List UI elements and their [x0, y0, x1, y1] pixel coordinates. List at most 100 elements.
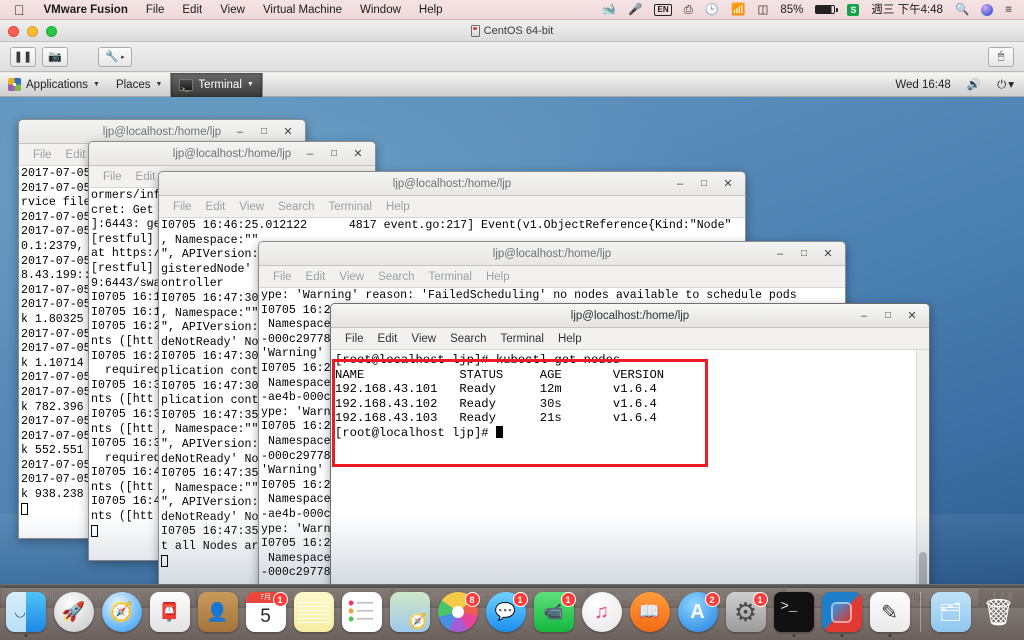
- menu-file[interactable]: File: [137, 0, 174, 20]
- vmware-title-bar[interactable]: CentOS 64-bit: [0, 20, 1024, 42]
- menu-view[interactable]: View: [211, 0, 254, 20]
- microphone-icon[interactable]: 🎤: [622, 0, 648, 20]
- docker-whale-icon[interactable]: 🐋: [596, 0, 622, 20]
- maximize-icon[interactable]: [799, 248, 809, 259]
- dock-item-app-store[interactable]: 2: [676, 590, 720, 638]
- zoom-window-button[interactable]: [46, 26, 57, 37]
- dock-item-safari[interactable]: [100, 590, 144, 638]
- menu-item-file[interactable]: File: [26, 149, 59, 161]
- minimize-icon[interactable]: [775, 249, 785, 259]
- snapshot-icon[interactable]: 📷: [42, 46, 68, 67]
- wrench-icon[interactable]: 🔧 ▸: [98, 46, 132, 67]
- dock-item-calendar[interactable]: 7月 5 1: [244, 590, 288, 638]
- menu-item-file[interactable]: File: [266, 271, 299, 283]
- volume-icon[interactable]: 🔊: [959, 73, 989, 97]
- dock-item-reminders[interactable]: [340, 590, 384, 638]
- unity-view-icon[interactable]: 🖱: [988, 46, 1014, 67]
- menu-item-edit[interactable]: Edit: [371, 333, 405, 345]
- menu-item-view[interactable]: View: [332, 271, 371, 283]
- screenshot-icon[interactable]: ⎙: [678, 0, 699, 20]
- gnome-clock[interactable]: Wed 16:48: [887, 73, 958, 97]
- contacts-icon[interactable]: [197, 592, 238, 632]
- notes-icon[interactable]: [293, 592, 334, 632]
- maximize-icon[interactable]: [699, 178, 709, 189]
- dock-item-contacts[interactable]: [196, 590, 240, 638]
- launchpad-icon[interactable]: [53, 592, 94, 632]
- safari-icon[interactable]: [101, 592, 142, 632]
- focused-terminal-title-bar[interactable]: ljp@localhost:/home/ljp: [331, 304, 929, 328]
- maximize-icon[interactable]: [329, 148, 339, 159]
- menu-item-file[interactable]: File: [338, 333, 371, 345]
- dock-item-maps[interactable]: [388, 590, 432, 638]
- dock-item-mail[interactable]: [148, 590, 192, 638]
- pause-icon[interactable]: ❚❚: [10, 46, 36, 67]
- reminders-icon[interactable]: [341, 592, 382, 632]
- minimize-icon[interactable]: [235, 127, 245, 137]
- siri-icon[interactable]: [975, 3, 999, 16]
- menu-edit[interactable]: Edit: [173, 0, 211, 20]
- close-icon[interactable]: [723, 179, 733, 189]
- dock-item-launchpad[interactable]: [52, 590, 96, 638]
- close-icon[interactable]: [907, 311, 917, 321]
- sogou-input-icon[interactable]: S: [841, 3, 865, 16]
- menu-item-search[interactable]: Search: [443, 333, 493, 345]
- maximize-icon[interactable]: [883, 310, 893, 321]
- minimize-icon[interactable]: [859, 311, 869, 321]
- ibooks-icon[interactable]: [629, 592, 670, 632]
- dock-item-textedit[interactable]: [868, 590, 912, 638]
- airplay-icon[interactable]: ◫: [751, 0, 774, 20]
- mail-icon[interactable]: [149, 592, 190, 632]
- focused-terminal-output[interactable]: [root@localhost ljp]# kubectl get nodes …: [331, 350, 929, 584]
- dock-item-messages[interactable]: 1: [484, 590, 528, 638]
- minimize-icon[interactable]: [305, 149, 315, 159]
- menu-item-edit[interactable]: Edit: [199, 201, 233, 213]
- wifi-icon[interactable]: 📶: [725, 0, 751, 20]
- menu-item-file[interactable]: File: [166, 201, 199, 213]
- menu-vmware-fusion[interactable]: VMware Fusion: [35, 0, 137, 20]
- close-icon[interactable]: [823, 249, 833, 259]
- menu-help[interactable]: Help: [410, 0, 452, 20]
- terminal-window-focused[interactable]: ljp@localhost:/home/ljp File Edit View S…: [330, 303, 930, 584]
- menu-item-view[interactable]: View: [232, 201, 271, 213]
- menu-item-search[interactable]: Search: [271, 201, 321, 213]
- apple-icon[interactable]: : [8, 1, 35, 19]
- input-source-icon[interactable]: EN: [648, 3, 677, 16]
- terminal-icon[interactable]: [773, 592, 814, 632]
- clock-icon[interactable]: 🕒: [699, 0, 725, 20]
- close-window-button[interactable]: [8, 26, 19, 37]
- menu-virtual-machine[interactable]: Virtual Machine: [254, 0, 351, 20]
- terminal-3-title-bar[interactable]: ljp@localhost:/home/ljp: [159, 172, 745, 196]
- maximize-icon[interactable]: [259, 126, 269, 137]
- dock-item-itunes[interactable]: [580, 590, 624, 638]
- dock-item-notes[interactable]: [292, 590, 336, 638]
- chevron-down-icon[interactable]: ▾: [1008, 73, 1018, 97]
- menu-item-terminal[interactable]: Terminal: [322, 201, 379, 213]
- textedit-icon[interactable]: [869, 592, 910, 632]
- menu-item-help[interactable]: Help: [479, 271, 517, 283]
- dock-item-finder[interactable]: [4, 590, 48, 638]
- trash-icon[interactable]: [979, 592, 1019, 632]
- dock-item-facetime[interactable]: 1: [532, 590, 576, 638]
- scrollbar-thumb[interactable]: [919, 552, 927, 584]
- terminal-2-title-bar[interactable]: ljp@localhost:/home/ljp: [89, 142, 375, 166]
- terminal-scrollbar[interactable]: [916, 350, 929, 584]
- dock-item-trash[interactable]: [977, 590, 1021, 638]
- dock-item-photos[interactable]: 8: [436, 590, 480, 638]
- finder-icon[interactable]: [5, 592, 46, 632]
- menu-window[interactable]: Window: [351, 0, 410, 20]
- menu-item-help[interactable]: Help: [379, 201, 417, 213]
- minimize-window-button[interactable]: [27, 26, 38, 37]
- minimize-icon[interactable]: [675, 179, 685, 189]
- menu-item-terminal[interactable]: Terminal: [494, 333, 551, 345]
- places-menu[interactable]: Places ▼: [108, 73, 170, 97]
- dock-item-downloads[interactable]: [929, 590, 973, 638]
- itunes-icon[interactable]: [581, 592, 622, 632]
- power-icon[interactable]: ⏻: [989, 73, 1008, 97]
- close-icon[interactable]: [353, 149, 363, 159]
- menu-item-view[interactable]: View: [404, 333, 443, 345]
- dock-item-terminal[interactable]: [772, 590, 816, 638]
- search-icon[interactable]: 🔍: [949, 0, 975, 20]
- notification-center-icon[interactable]: ≡: [999, 0, 1018, 20]
- terminal-4-title-bar[interactable]: ljp@localhost:/home/ljp: [259, 242, 845, 266]
- dock-item-vmware-fusion[interactable]: [820, 590, 864, 638]
